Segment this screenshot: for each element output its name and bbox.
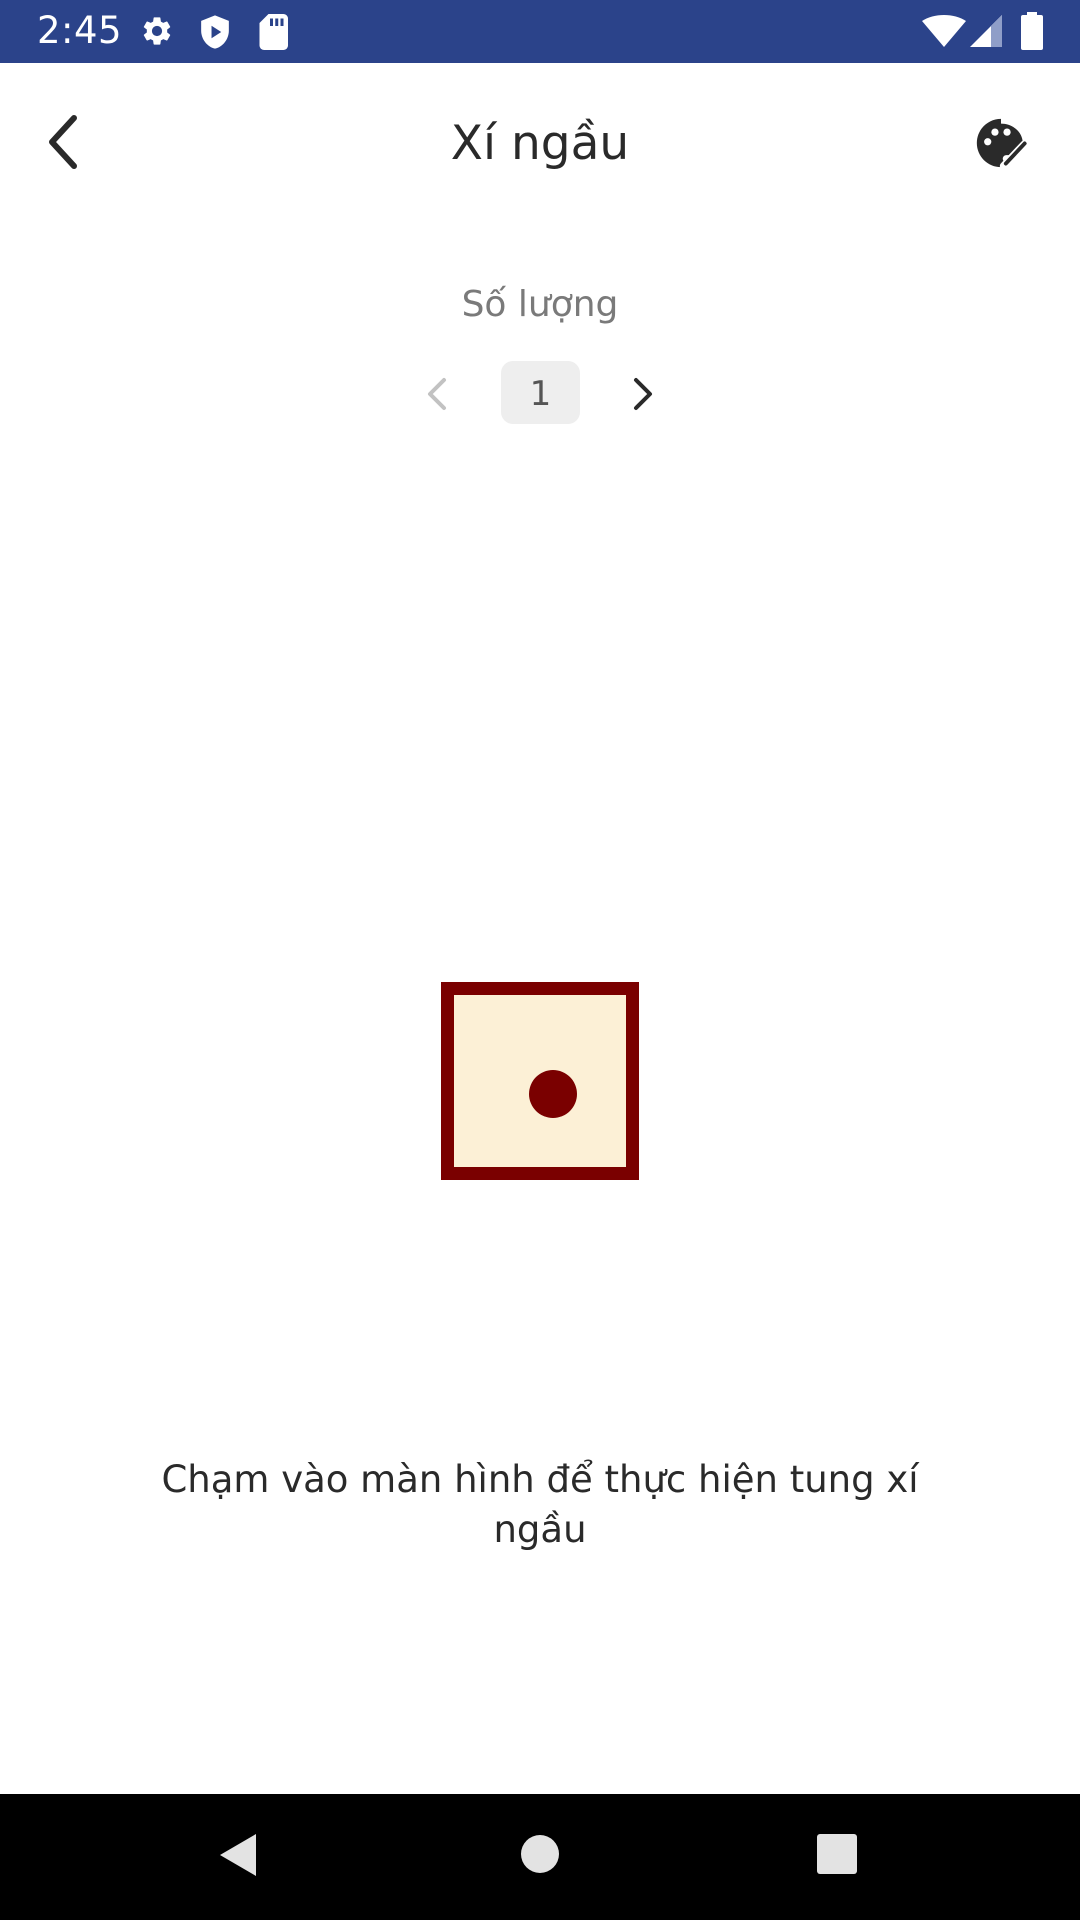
quantity-value: 1 (501, 361, 580, 424)
quantity-increase-button[interactable] (630, 374, 658, 414)
status-bar: 2:45 (0, 0, 1080, 63)
die[interactable] (441, 982, 639, 1180)
page-title: Xí ngầu (450, 116, 630, 171)
signal-icon (970, 15, 1002, 47)
die-pip (529, 1070, 577, 1118)
battery-icon (1021, 12, 1043, 50)
roll-instruction: Chạm vào màn hình để thực hiện tung xí n… (161, 1458, 919, 1551)
quantity-label: Số lượng (461, 284, 619, 325)
nav-back-icon[interactable] (218, 1832, 258, 1878)
quantity-decrease-button[interactable] (422, 374, 450, 414)
nav-recents-icon[interactable] (817, 1834, 857, 1874)
palette-icon[interactable] (972, 114, 1030, 172)
shield-play-icon (201, 15, 229, 49)
nav-bar (0, 1794, 1080, 1920)
status-time: 2:45 (37, 9, 123, 52)
dice-screen[interactable]: 2:45 Xí ngầu Số lượng 1 Chạm vào màn hìn… (0, 0, 1080, 1920)
gear-icon (143, 17, 171, 45)
wifi-icon (922, 15, 966, 47)
sd-card-icon (259, 14, 288, 50)
nav-home-icon[interactable] (520, 1834, 560, 1874)
